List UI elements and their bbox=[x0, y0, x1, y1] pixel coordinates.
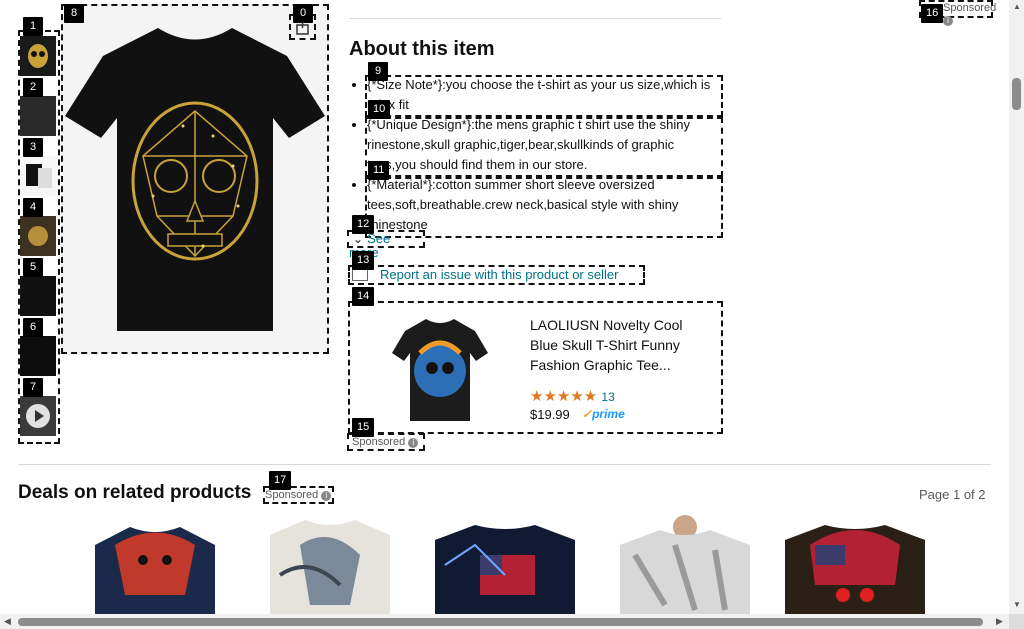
label-badge: 9 bbox=[368, 62, 388, 81]
bullet-highlight[interactable] bbox=[365, 117, 723, 177]
star-half-icon: ★ bbox=[583, 388, 598, 405]
deal-product-image[interactable] bbox=[425, 515, 585, 615]
chevron-down-icon: ⌄ bbox=[353, 232, 364, 246]
bullet-highlight[interactable] bbox=[365, 75, 723, 117]
thumbnail-1[interactable] bbox=[18, 30, 58, 82]
product-thumbnail bbox=[392, 319, 488, 421]
info-icon[interactable]: i bbox=[321, 491, 332, 501]
product-title[interactable]: LAOLIUSN Novelty Cool Blue Skull T-Shirt… bbox=[530, 315, 700, 375]
label-badge: 11 bbox=[368, 161, 390, 180]
label-badge: 8 bbox=[64, 4, 84, 23]
label-badge: 15 bbox=[352, 418, 375, 437]
vertical-scrollbar[interactable]: ▲ ▼ bbox=[1009, 0, 1024, 614]
scroll-down-icon[interactable]: ▼ bbox=[1013, 600, 1021, 609]
deals-title: Deals on related products bbox=[18, 482, 252, 503]
divider bbox=[349, 18, 721, 19]
thumbnail-4[interactable] bbox=[18, 210, 58, 262]
info-icon[interactable]: i bbox=[943, 16, 953, 26]
label-badge: 12 bbox=[352, 215, 375, 234]
prime-badge: ✓prime bbox=[582, 407, 625, 421]
scroll-right-icon[interactable]: ▶ bbox=[996, 616, 1003, 627]
deal-product-image[interactable] bbox=[605, 515, 765, 615]
page-indicator: Page 1 of 2 bbox=[919, 487, 986, 502]
star-rating[interactable]: ★★★★★ 13 bbox=[530, 387, 615, 405]
star-icon: ★★★★ bbox=[530, 388, 584, 405]
label-badge: 13 bbox=[352, 251, 375, 270]
label-badge: 0 bbox=[293, 4, 313, 23]
deal-product-image[interactable] bbox=[250, 515, 410, 615]
scroll-left-icon[interactable]: ◀ bbox=[4, 616, 11, 627]
scroll-up-icon[interactable]: ▲ bbox=[1013, 2, 1021, 11]
label-badge: 10 bbox=[368, 100, 391, 119]
report-issue-link[interactable]: Report an issue with this product or sel… bbox=[348, 265, 645, 285]
prime-label: prime bbox=[592, 407, 625, 421]
horizontal-scrollbar[interactable]: ◀ ▶ bbox=[0, 614, 1009, 629]
prime-check-icon: ✓ bbox=[582, 407, 593, 421]
label-badge: 3 bbox=[23, 138, 43, 157]
label-badge: 2 bbox=[23, 78, 43, 97]
thumbnail-6[interactable] bbox=[18, 330, 58, 382]
deal-product-image[interactable] bbox=[775, 515, 935, 615]
thumbnail-video[interactable] bbox=[18, 390, 58, 442]
label-badge: 17 bbox=[269, 471, 292, 490]
scroll-thumb[interactable] bbox=[18, 618, 983, 626]
label-badge: 14 bbox=[352, 287, 375, 306]
label-badge: 1 bbox=[23, 17, 43, 36]
sponsored-text: Sponsored bbox=[943, 2, 997, 14]
deal-product-image[interactable] bbox=[75, 515, 235, 615]
thumbnail-5[interactable] bbox=[18, 270, 58, 322]
label-badge: 7 bbox=[23, 378, 43, 397]
scroll-thumb[interactable] bbox=[1012, 78, 1021, 110]
scrollbar-corner bbox=[1009, 614, 1024, 629]
label-badge: 4 bbox=[23, 198, 43, 217]
report-issue-label: Report an issue with this product or sel… bbox=[380, 267, 619, 282]
main-product-image[interactable] bbox=[61, 4, 329, 354]
divider bbox=[18, 464, 991, 465]
info-icon[interactable]: i bbox=[408, 438, 419, 448]
label-badge: 16 bbox=[921, 4, 944, 23]
sponsored-text: Sponsored bbox=[265, 489, 319, 501]
thumbnail-2[interactable] bbox=[18, 90, 58, 142]
label-badge: 6 bbox=[23, 318, 43, 337]
bullet-highlight[interactable] bbox=[365, 177, 723, 238]
label-badge: 5 bbox=[23, 258, 43, 277]
product-price: $19.99 bbox=[530, 407, 570, 422]
rating-count: 13 bbox=[601, 390, 615, 404]
sponsored-product-card[interactable]: LAOLIUSN Novelty Cool Blue Skull T-Shirt… bbox=[348, 301, 723, 434]
thumbnail-3[interactable] bbox=[18, 150, 58, 202]
sponsored-text: Sponsored bbox=[352, 436, 406, 448]
section-title: About this item bbox=[349, 38, 495, 60]
